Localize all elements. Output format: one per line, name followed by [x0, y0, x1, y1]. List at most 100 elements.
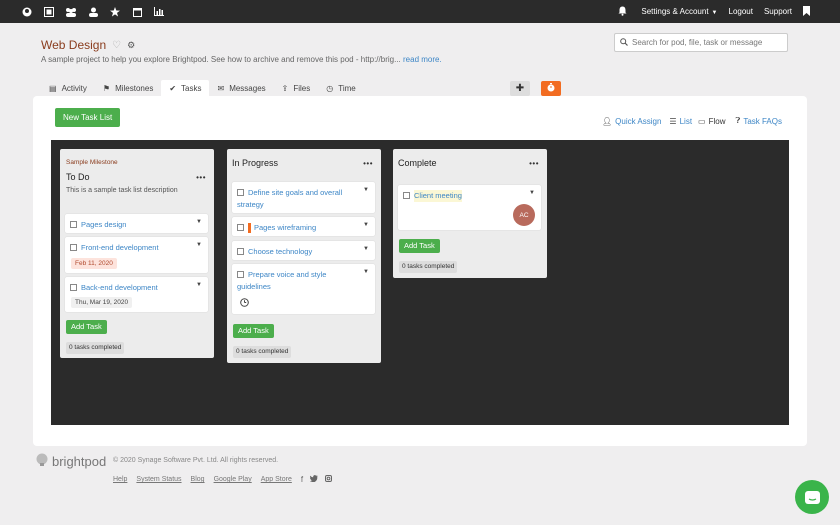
- footer-link-system-status[interactable]: System Status: [136, 476, 181, 483]
- task-title[interactable]: Client meeting: [414, 190, 462, 202]
- task-checkbox[interactable]: [70, 284, 77, 291]
- heart-icon[interactable]: ♡: [112, 40, 121, 51]
- chat-bubble-icon: [804, 490, 820, 504]
- copyright-text: © 2020 Synage Software Pvt. Ltd. All rig…: [113, 457, 279, 464]
- task-checkbox[interactable]: [70, 244, 77, 251]
- task-checkbox[interactable]: [237, 271, 244, 278]
- task-checkbox[interactable]: [237, 224, 244, 231]
- tab-files[interactable]: ⇪ Files: [274, 80, 319, 96]
- task-title[interactable]: Pages wireframing: [248, 222, 316, 234]
- user-icon[interactable]: [82, 0, 104, 23]
- task-title-line: guidelines: [237, 282, 271, 291]
- list-title[interactable]: In Progress: [232, 158, 278, 168]
- footer-link-app-store[interactable]: App Store: [261, 476, 292, 483]
- task-checkbox[interactable]: [237, 189, 244, 196]
- footer-link-blog[interactable]: Blog: [191, 476, 205, 483]
- quick-assign-label: Quick Assign: [615, 116, 662, 126]
- task-title[interactable]: Choose technology: [248, 246, 312, 258]
- task-checkbox[interactable]: [403, 192, 410, 199]
- task-title[interactable]: Prepare voice and style guidelines: [237, 269, 326, 293]
- list-title[interactable]: Complete: [398, 158, 437, 168]
- flag-icon: ⚑: [102, 83, 111, 93]
- add-plus-button[interactable]: ✚: [510, 81, 530, 96]
- task-card[interactable]: Front-end development ▼ Feb 11, 2020: [65, 237, 208, 273]
- project-tabs: ▤ Activity ⚑ Milestones ✔ Tasks ✉ Messages ⇪…: [41, 80, 364, 96]
- task-title[interactable]: Front-end development: [81, 242, 159, 254]
- notifications-bell-icon[interactable]: [618, 6, 627, 18]
- task-title-text: Pages wireframing: [254, 223, 317, 232]
- support-link[interactable]: Support: [764, 7, 792, 16]
- gear-icon[interactable]: ⚙: [127, 40, 135, 51]
- list-menu-icon[interactable]: •••: [196, 173, 206, 182]
- task-title[interactable]: Back-end development: [81, 282, 158, 294]
- settings-account-menu[interactable]: Settings & Account ▼: [641, 7, 717, 16]
- task-card[interactable]: Choose technology ▼: [232, 241, 375, 260]
- logout-link[interactable]: Logout: [729, 7, 753, 16]
- calendar-icon[interactable]: [126, 0, 148, 23]
- caret-down-icon[interactable]: ▼: [196, 282, 202, 288]
- caret-down-icon[interactable]: ▼: [196, 219, 202, 225]
- timer-button[interactable]: [541, 81, 561, 96]
- tab-messages[interactable]: ✉ Messages: [209, 80, 273, 96]
- task-card[interactable]: Prepare voice and style guidelines ▼: [232, 264, 375, 314]
- assignee-avatar[interactable]: AC: [513, 204, 535, 226]
- read-more-link[interactable]: read more.: [403, 55, 442, 64]
- caret-down-icon[interactable]: ▼: [363, 222, 369, 228]
- check-icon: ✔: [169, 83, 177, 93]
- bookmark-icon[interactable]: [803, 5, 810, 18]
- task-card[interactable]: Back-end development ▼ Thu, Mar 19, 2020: [65, 277, 208, 312]
- instagram-icon[interactable]: [325, 475, 333, 484]
- stopwatch-icon: [547, 82, 555, 95]
- add-task-button[interactable]: Add Task: [233, 324, 274, 338]
- list-menu-icon[interactable]: •••: [529, 159, 539, 168]
- chat-launcher-button[interactable]: [795, 480, 829, 514]
- list-view-label: List: [679, 116, 693, 126]
- star-icon[interactable]: [104, 0, 126, 23]
- task-card[interactable]: Define site goals and overall strategy ▼: [232, 182, 375, 213]
- task-title[interactable]: Pages design: [81, 219, 126, 231]
- caret-down-icon[interactable]: ▼: [196, 242, 202, 248]
- list-view-link[interactable]: ☰ List: [669, 117, 692, 126]
- new-task-list-button[interactable]: New Task List: [55, 108, 121, 127]
- list-description: This is a sample task list description: [66, 187, 178, 194]
- tab-activity[interactable]: ▤ Activity: [41, 80, 95, 96]
- list-menu-icon[interactable]: •••: [363, 159, 373, 168]
- twitter-icon[interactable]: [309, 475, 319, 484]
- tab-tasks[interactable]: ✔ Tasks: [161, 80, 210, 96]
- search-input[interactable]: [632, 38, 782, 47]
- tab-time[interactable]: ◷ Time: [318, 80, 363, 96]
- team-icon[interactable]: [60, 0, 82, 23]
- add-task-button[interactable]: Add Task: [399, 239, 440, 253]
- search-box[interactable]: [614, 33, 788, 52]
- task-card[interactable]: Client meeting ▼ AC: [398, 185, 541, 230]
- caret-down-icon[interactable]: ▼: [363, 187, 369, 193]
- caret-down-icon[interactable]: ▼: [363, 246, 369, 252]
- due-date-badge: Thu, Mar 19, 2020: [71, 297, 133, 308]
- reports-icon[interactable]: [148, 0, 170, 23]
- list-title[interactable]: To Do: [66, 172, 90, 182]
- task-checkbox[interactable]: [237, 248, 244, 255]
- task-faqs-link[interactable]: ❓︎ Task FAQs: [736, 116, 783, 126]
- task-card[interactable]: Pages wireframing ▼: [232, 217, 375, 236]
- task-title[interactable]: Define site goals and overall strategy: [237, 187, 342, 211]
- tab-milestones[interactable]: ⚑ Milestones: [95, 80, 161, 96]
- caret-down-icon[interactable]: ▼: [363, 269, 369, 275]
- caret-down-icon[interactable]: ▼: [529, 190, 535, 196]
- board-icon[interactable]: [38, 0, 60, 23]
- facebook-icon[interactable]: f: [301, 475, 303, 484]
- task-checkbox[interactable]: [70, 221, 77, 228]
- tab-label: Messages: [229, 83, 266, 93]
- footer-link-google-play[interactable]: Google Play: [214, 476, 252, 483]
- upload-icon: ⇪: [281, 83, 289, 93]
- task-card[interactable]: Pages design ▼: [65, 214, 208, 233]
- top-navigation-bar: Settings & Account ▼ Logout Support: [0, 0, 840, 23]
- timer-icon[interactable]: [240, 298, 249, 309]
- tasks-completed-badge: 0 tasks completed: [399, 261, 458, 273]
- add-task-button[interactable]: Add Task: [66, 320, 107, 334]
- brightpod-logo-icon[interactable]: [16, 0, 38, 23]
- clock-icon: ◷: [326, 83, 334, 93]
- project-title: Web Design: [41, 38, 107, 52]
- quick-assign-link[interactable]: 👤︎ Quick Assign: [602, 117, 661, 126]
- footer-link-help[interactable]: Help: [113, 476, 127, 483]
- flow-view-link[interactable]: ▭ Flow: [698, 117, 725, 126]
